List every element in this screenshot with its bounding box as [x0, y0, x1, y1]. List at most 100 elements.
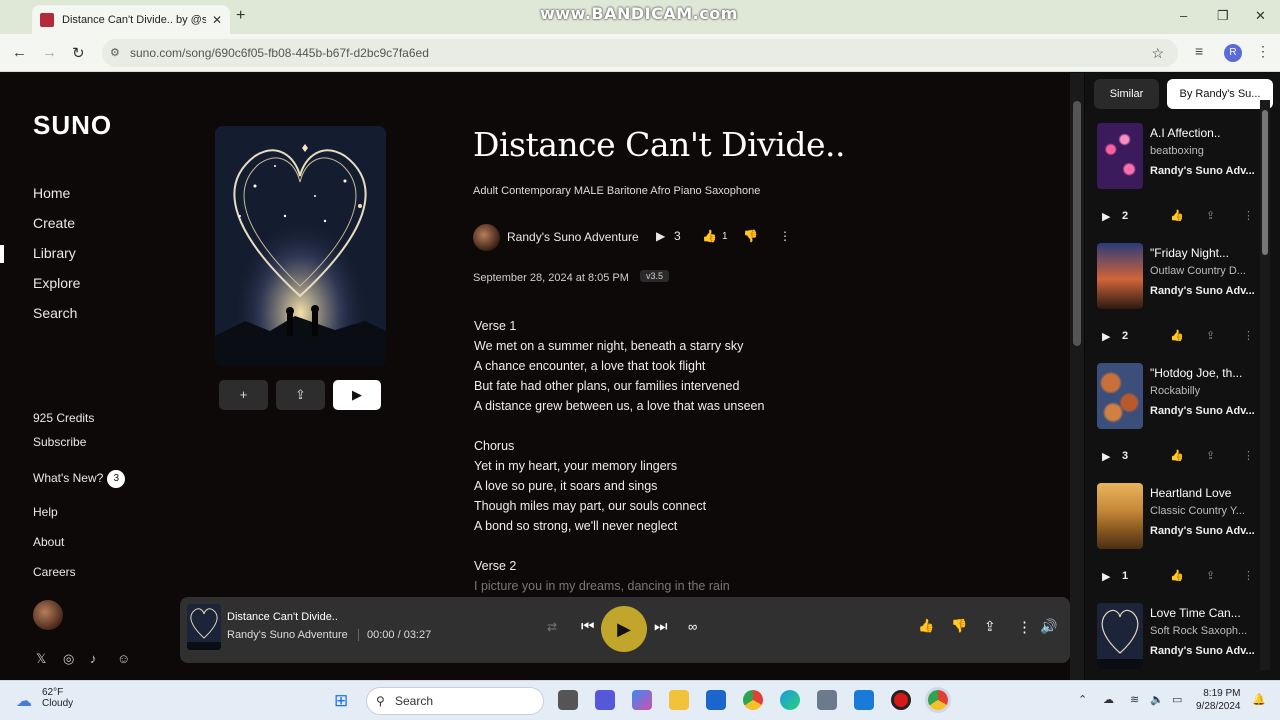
dislike-thumb-icon[interactable]: 👎	[743, 229, 758, 243]
instagram-icon[interactable]: ◎	[63, 651, 74, 667]
play-song-button[interactable]: ▶	[333, 380, 381, 410]
add-to-playlist-button[interactable]: +	[219, 380, 268, 410]
card-more-icon[interactable]: ⋮	[1243, 209, 1254, 222]
song-card-thumbnail[interactable]	[1097, 483, 1143, 549]
close-tab-icon[interactable]: ✕	[212, 13, 222, 27]
player-thumbnail[interactable]	[187, 604, 221, 650]
song-card-title[interactable]: Love Time Can...	[1150, 606, 1241, 620]
nav-home[interactable]: Home	[33, 185, 70, 201]
whats-new-link[interactable]: What's New? 3	[33, 470, 126, 488]
card-like-icon[interactable]: 👍	[1170, 329, 1184, 342]
maximize-button[interactable]: ❐	[1217, 8, 1229, 24]
player-dislike-icon[interactable]: 👎	[951, 618, 967, 634]
card-play-icon[interactable]: ▶	[1102, 570, 1110, 583]
weather-widget[interactable]: 62°F Cloudy	[42, 687, 73, 709]
edge-icon[interactable]	[780, 690, 800, 710]
card-like-icon[interactable]: 👍	[1170, 569, 1184, 582]
song-card-artist[interactable]: Randy's Suno Adv...	[1150, 285, 1255, 297]
card-play-icon[interactable]: ▶	[1102, 450, 1110, 463]
notification-bell-icon[interactable]: 🔔	[1252, 693, 1266, 706]
song-card-title[interactable]: "Hotdog Joe, th...	[1150, 366, 1242, 380]
song-card-title[interactable]: Heartland Love	[1150, 486, 1231, 500]
artist-name-link[interactable]: Randy's Suno Adventure	[507, 230, 639, 244]
main-scrollbar[interactable]	[1070, 73, 1084, 680]
store-icon[interactable]	[706, 690, 726, 710]
player-more-icon[interactable]: ⋮	[1017, 618, 1032, 636]
x-twitter-icon[interactable]: 𝕏	[36, 651, 46, 667]
help-link[interactable]: Help	[33, 505, 58, 519]
card-more-icon[interactable]: ⋮	[1243, 449, 1254, 462]
song-card-artist[interactable]: Randy's Suno Adv...	[1150, 405, 1255, 417]
browser-menu-icon[interactable]: ⋮	[1256, 43, 1270, 60]
onedrive-icon[interactable]: ☁	[1103, 693, 1114, 706]
like-thumb-icon[interactable]: 👍	[702, 229, 717, 243]
nav-search[interactable]: Search	[33, 305, 77, 321]
card-more-icon[interactable]: ⋮	[1243, 569, 1254, 582]
minimize-button[interactable]: –	[1180, 8, 1187, 23]
camera-icon[interactable]	[817, 690, 837, 710]
subscribe-link[interactable]: Subscribe	[33, 435, 86, 449]
nav-explore[interactable]: Explore	[33, 275, 80, 291]
player-share-icon[interactable]: ⇪	[984, 618, 996, 635]
tab-similar[interactable]: Similar	[1094, 79, 1159, 109]
player-artist[interactable]: Randy's Suno Adventure	[227, 629, 348, 641]
chrome-profile-icon[interactable]	[928, 690, 948, 710]
bandicam-record-icon[interactable]	[891, 690, 911, 710]
card-play-icon[interactable]: ▶	[1102, 210, 1110, 223]
song-card-artist[interactable]: Randy's Suno Adv...	[1150, 165, 1255, 177]
card-share-icon[interactable]: ⇪	[1206, 449, 1215, 462]
tab-by-artist[interactable]: By Randy's Su...	[1167, 79, 1273, 109]
file-explorer-icon[interactable]	[669, 690, 689, 710]
nav-library[interactable]: Library	[33, 245, 76, 261]
panel-scrollbar-thumb[interactable]	[1262, 110, 1268, 255]
song-card-thumbnail[interactable]	[1097, 123, 1143, 189]
song-card-thumbnail[interactable]	[1097, 363, 1143, 429]
share-button[interactable]: ⇪	[276, 380, 325, 410]
new-tab-button[interactable]: +	[236, 7, 245, 25]
taskbar-search[interactable]: ⚲ Search	[366, 687, 544, 715]
browser-tab[interactable]: Distance Can't Divide.. by @son ✕	[32, 5, 230, 34]
player-song-title[interactable]: Distance Can't Divide..	[227, 611, 338, 623]
main-scrollbar-thumb[interactable]	[1073, 101, 1081, 346]
song-card-artist[interactable]: Randy's Suno Adv...	[1150, 645, 1255, 657]
media-controls-icon[interactable]: ≡	[1195, 43, 1203, 59]
teams-icon[interactable]	[595, 690, 615, 710]
reload-icon[interactable]: ↻	[72, 44, 85, 62]
artist-avatar[interactable]	[473, 224, 500, 251]
windows-start-icon[interactable]: ⊞	[334, 691, 348, 711]
volume-icon[interactable]: 🔊	[1040, 618, 1057, 635]
url-bar[interactable]: ⚙ suno.com/song/690c6f05-fb08-445b-b67f-…	[102, 39, 1178, 67]
battery-icon[interactable]: ▭	[1172, 693, 1182, 706]
copilot-icon[interactable]	[632, 690, 652, 710]
wifi-icon[interactable]: ≋	[1130, 693, 1139, 706]
task-view-icon[interactable]	[558, 690, 578, 710]
careers-link[interactable]: Careers	[33, 565, 76, 579]
more-options-icon[interactable]: ⋮	[779, 229, 791, 243]
song-card-thumbnail[interactable]	[1097, 243, 1143, 309]
player-like-icon[interactable]: 👍	[918, 618, 934, 634]
shuffle-icon[interactable]: ⇄	[547, 620, 557, 634]
show-hidden-icons[interactable]: ⌃	[1078, 693, 1087, 706]
user-avatar[interactable]	[33, 600, 63, 630]
next-track-icon[interactable]: ⏭	[654, 618, 668, 635]
discord-icon[interactable]: ☺	[117, 651, 130, 666]
site-info-icon[interactable]: ⚙	[110, 39, 120, 67]
about-link[interactable]: About	[33, 535, 64, 549]
card-like-icon[interactable]: 👍	[1170, 449, 1184, 462]
nav-create[interactable]: Create	[33, 215, 75, 231]
card-share-icon[interactable]: ⇪	[1206, 569, 1215, 582]
suno-logo[interactable]: SUNO	[33, 110, 112, 141]
song-card-title[interactable]: "Friday Night...	[1150, 246, 1229, 260]
system-clock[interactable]: 8:19 PM 9/28/2024	[1196, 687, 1241, 713]
tiktok-icon[interactable]: ♪	[90, 651, 97, 666]
song-card-thumbnail[interactable]	[1097, 603, 1143, 669]
repeat-icon[interactable]: ∞	[688, 619, 697, 634]
chrome-icon[interactable]	[743, 690, 763, 710]
panel-scrollbar[interactable]	[1260, 100, 1270, 670]
card-share-icon[interactable]: ⇪	[1206, 209, 1215, 222]
card-play-icon[interactable]: ▶	[1102, 330, 1110, 343]
app-icon[interactable]	[854, 690, 874, 710]
forward-arrow-icon[interactable]: →	[42, 44, 57, 61]
back-arrow-icon[interactable]: ←	[12, 44, 27, 61]
profile-avatar[interactable]: R	[1224, 44, 1242, 62]
